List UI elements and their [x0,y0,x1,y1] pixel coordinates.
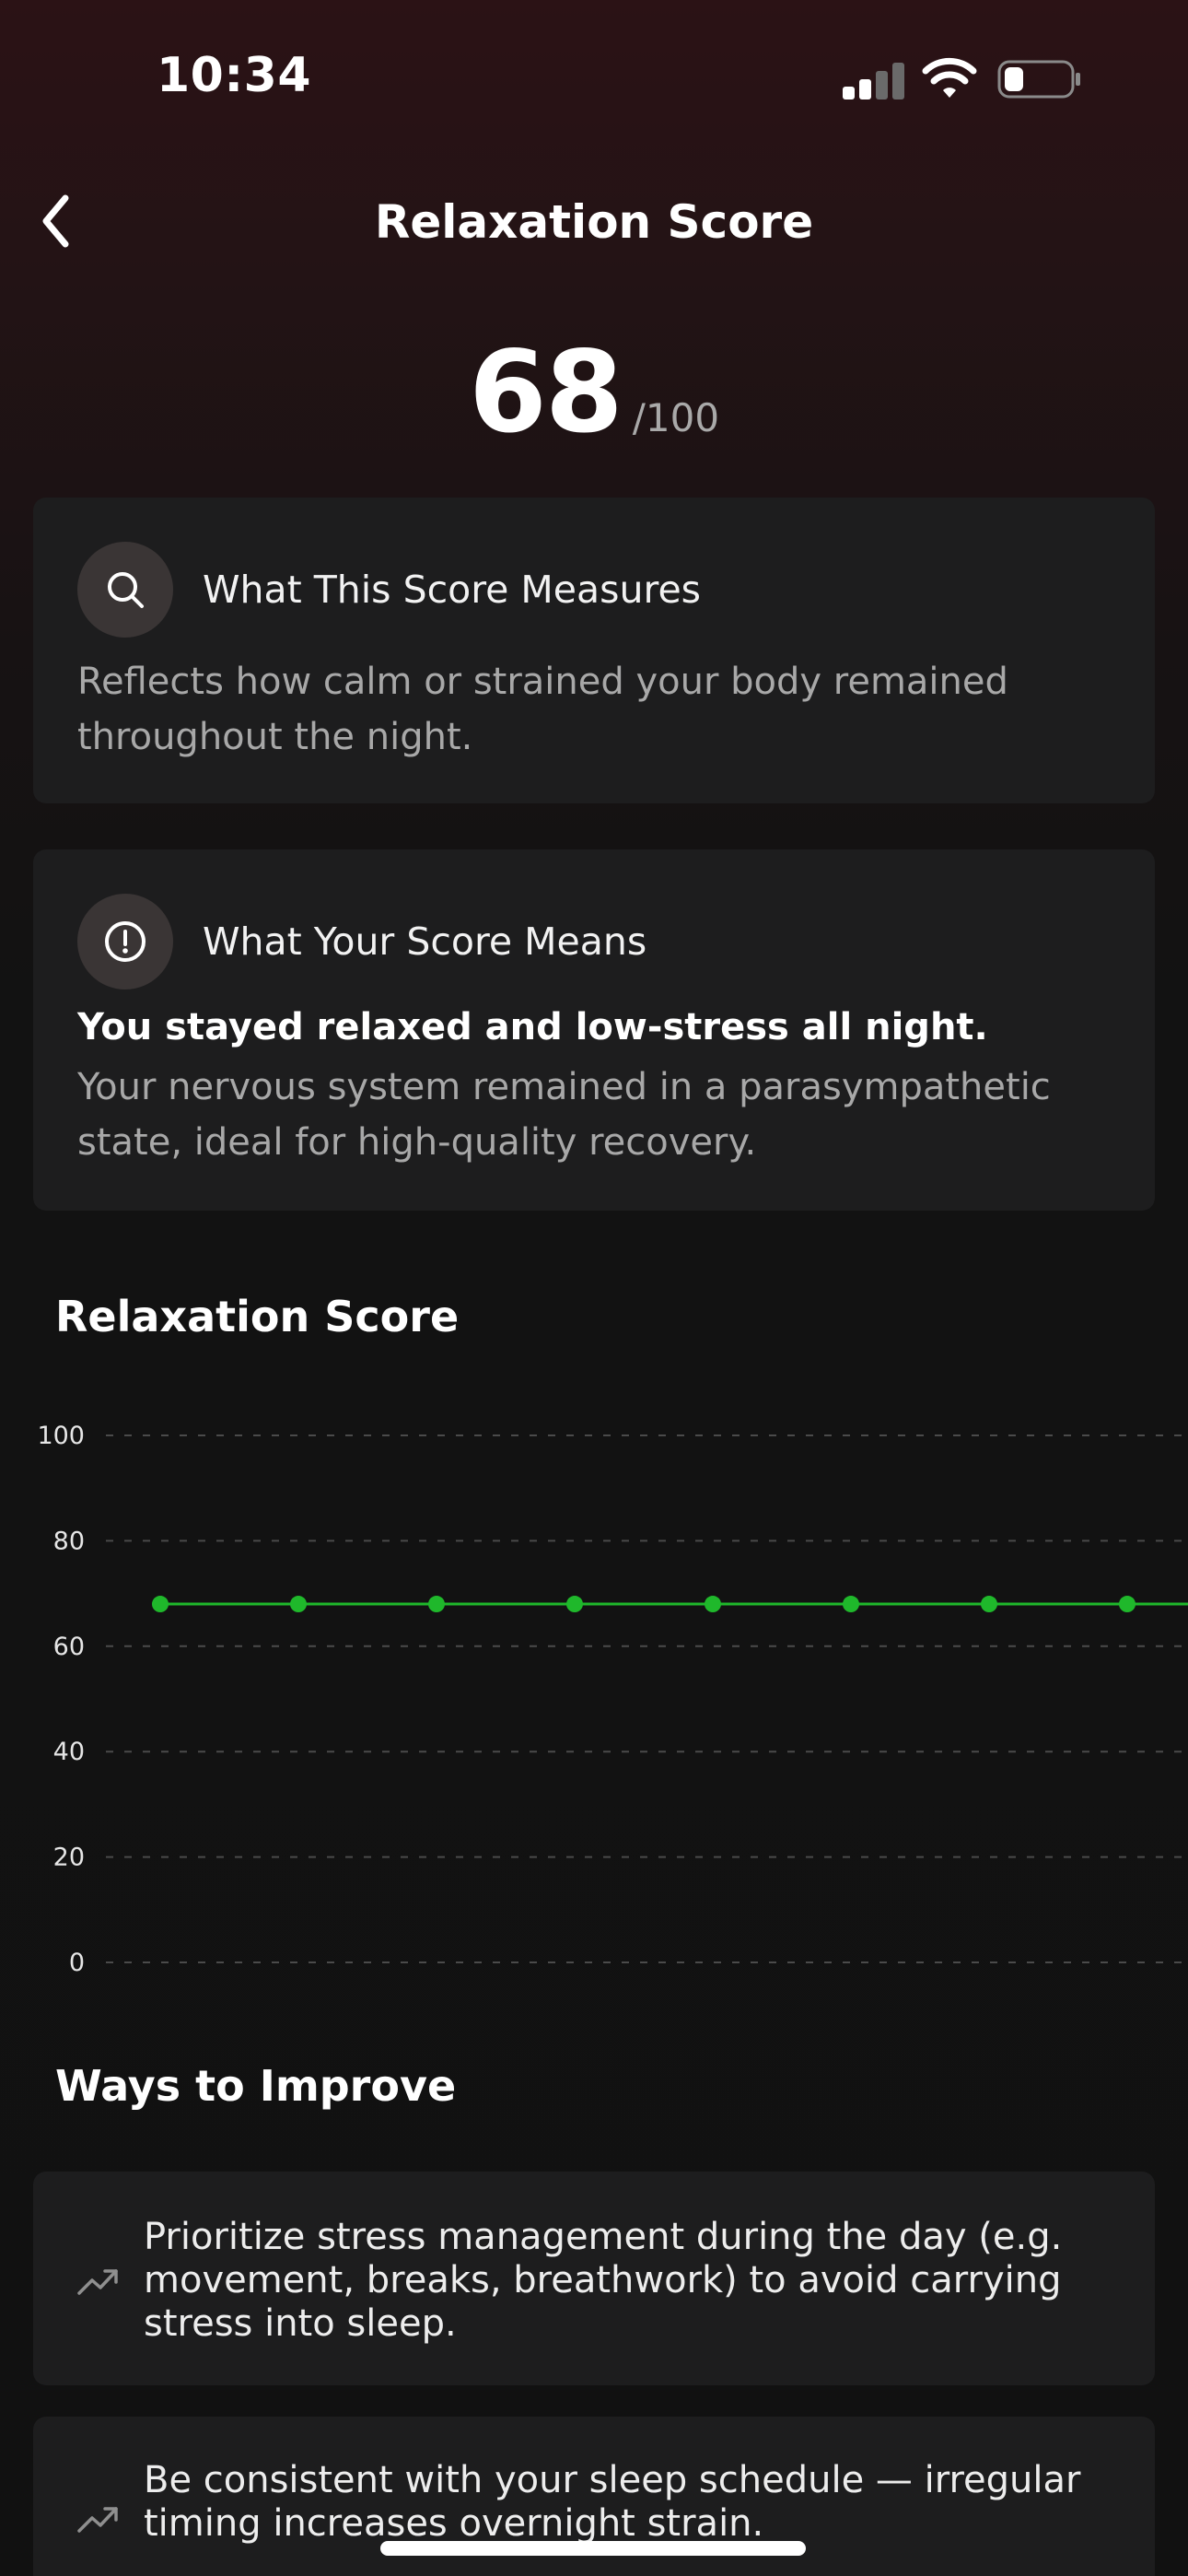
y-tick-label: 40 [53,1738,85,1766]
tip-card: Prioritize stress management during the … [33,2172,1155,2385]
status-bar: 10:34 [0,0,1188,157]
relaxation-score-chart: 100 80 60 40 20 0 [37,1422,1188,1977]
alert-circle-icon [77,894,173,989]
card-title: What This Score Measures [203,568,702,612]
y-tick-label: 100 [37,1422,85,1450]
data-point[interactable] [290,1596,307,1613]
trending-up-icon [77,2507,118,2533]
home-indicator[interactable] [380,2541,806,2556]
y-tick-label: 20 [53,1844,85,1872]
score-value: 68 [468,327,623,458]
data-point[interactable] [152,1596,169,1613]
cellular-signal-icon [843,61,904,100]
card-description: Your nervous system remained in a parasy… [77,1066,1051,1164]
score-meaning-card: What Your Score Means You stayed relaxed… [33,849,1155,1211]
score-measures-card: What This Score Measures Reflects how ca… [33,498,1155,803]
card-description: Reflects how calm or strained your body … [77,661,1008,758]
score-display: 68/100 [0,327,1188,458]
search-icon [77,542,173,638]
trending-up-icon [77,2269,118,2295]
data-point[interactable] [566,1596,583,1613]
card-headline: You stayed relaxed and low-stress all ni… [77,1006,988,1048]
tip-text: Be consistent with your sleep schedule —… [144,2459,1081,2545]
battery-icon [997,60,1080,99]
wifi-icon [922,57,977,98]
chart-section-title: Relaxation Score [55,1292,460,1341]
card-title: What Your Score Means [203,919,647,964]
y-tick-label: 60 [53,1633,85,1661]
relaxation-score-screen: 10:34 Relaxation Score 68/100 What This … [0,0,1188,2576]
improve-section-title: Ways to Improve [55,2061,457,2111]
tip-text: Prioritize stress management during the … [144,2216,1063,2345]
data-point[interactable] [843,1596,859,1613]
y-tick-label: 80 [53,1527,85,1555]
y-tick-label: 0 [69,1949,85,1977]
status-time: 10:34 [157,48,312,103]
page-title: Relaxation Score [374,195,814,249]
score-max: /100 [632,395,720,440]
data-point[interactable] [981,1596,997,1613]
data-point[interactable] [705,1596,721,1613]
data-point[interactable] [1119,1596,1136,1613]
data-point[interactable] [428,1596,445,1613]
